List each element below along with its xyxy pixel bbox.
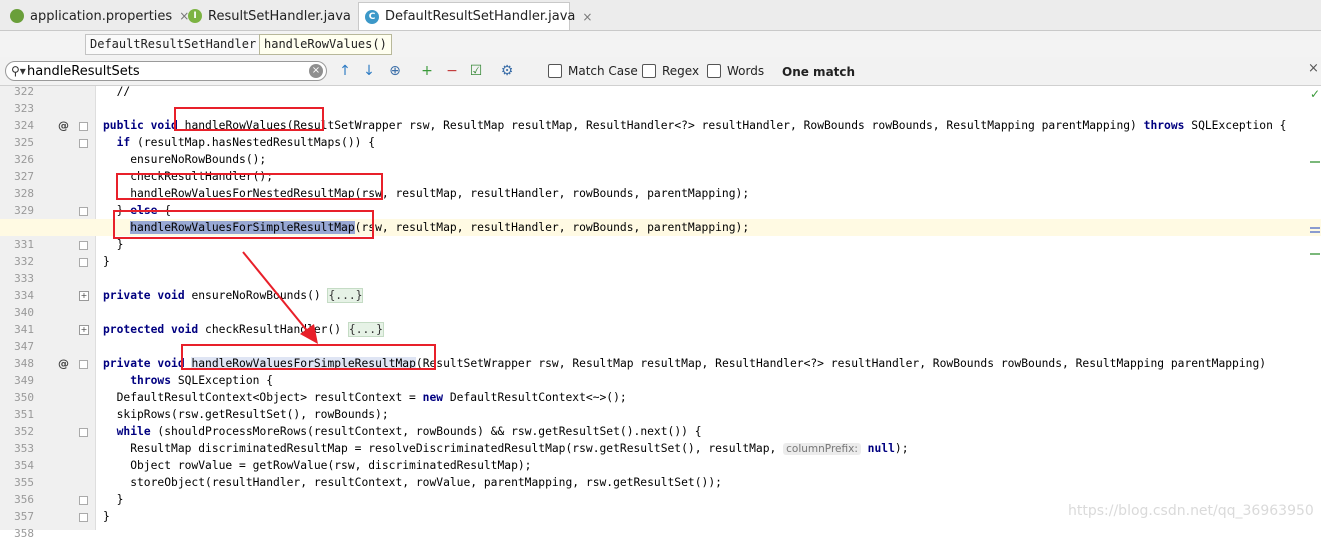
tab-resultsethandler[interactable]: I ResultSetHandler.java × <box>182 2 368 30</box>
breadcrumb-method[interactable]: handleRowValues() <box>259 34 392 55</box>
find-all-icon[interactable]: ⊕ <box>386 62 404 80</box>
search-icon[interactable]: ⚲▾ <box>11 64 26 78</box>
breadcrumb-class[interactable]: DefaultResultSetHandler <box>85 34 262 55</box>
regex-checkbox[interactable]: Regex <box>642 64 699 78</box>
select-all-occurrences-icon[interactable]: ☑ <box>467 62 485 80</box>
class-icon: C <box>365 9 379 24</box>
tab-application-properties[interactable]: application.properties × <box>4 2 189 30</box>
settings-icon[interactable]: ⚙ <box>498 62 516 80</box>
interface-icon: I <box>188 9 202 23</box>
spring-leaf-icon <box>10 9 24 23</box>
match-case-checkbox[interactable]: Match Case <box>548 64 638 78</box>
breadcrumb: DefaultResultSetHandler handleRowValues(… <box>0 31 1321 57</box>
search-box: ⚲▾ × <box>5 61 327 81</box>
tab-label: ResultSetHandler.java <box>208 8 351 24</box>
editor-tab-bar: application.properties × I ResultSetHand… <box>0 0 1321 31</box>
tab-label: application.properties <box>30 8 173 24</box>
find-bar: ⚲▾ × ↑ ↓ ⊕ + − ☑ ⚙ Match Case Regex Word… <box>0 57 1321 86</box>
close-tab-icon[interactable]: × <box>582 10 592 24</box>
words-checkbox[interactable]: Words <box>707 64 764 78</box>
annotation-arrow <box>242 251 318 344</box>
add-occurrence-icon[interactable]: + <box>418 62 436 80</box>
watermark: https://blog.csdn.net/qq_36963950 <box>1068 503 1314 519</box>
match-status: One match <box>782 65 856 79</box>
code-editor[interactable]: 3223233243253263273283293303313323333343… <box>0 85 1321 540</box>
previous-occurrence-icon[interactable]: ↑ <box>336 62 354 80</box>
tab-label: DefaultResultSetHandler.java <box>385 9 576 24</box>
remove-occurrence-icon[interactable]: − <box>443 62 461 80</box>
close-find-icon[interactable]: × <box>1308 61 1319 76</box>
search-input[interactable] <box>25 63 299 79</box>
next-occurrence-icon[interactable]: ↓ <box>360 62 378 80</box>
clear-search-icon[interactable]: × <box>309 64 323 78</box>
tab-defaultresultsethandler[interactable]: C DefaultResultSetHandler.java × <box>358 2 592 30</box>
